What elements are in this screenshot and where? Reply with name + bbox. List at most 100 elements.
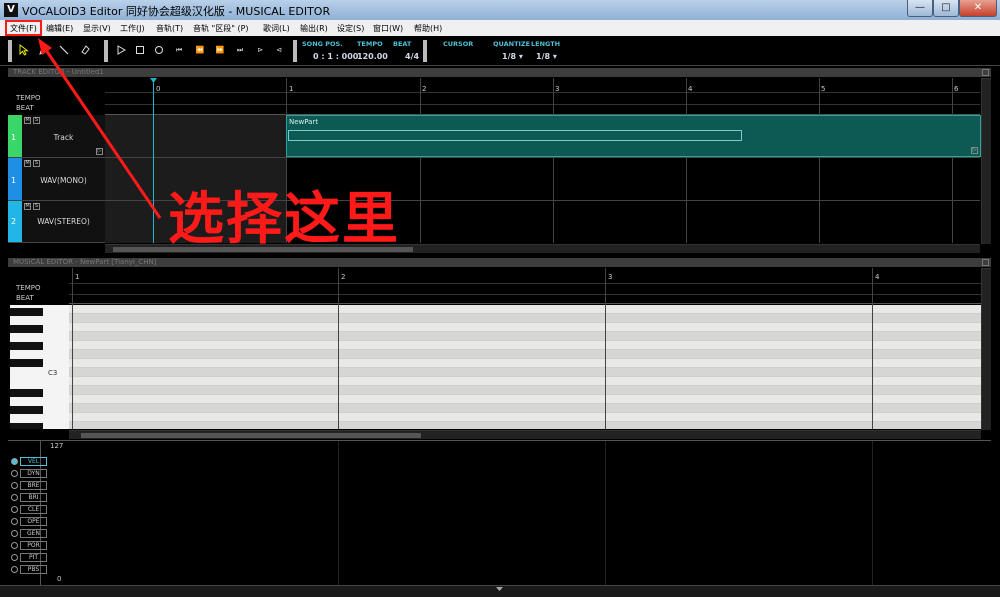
line-icon[interactable]	[57, 42, 71, 58]
menu-job[interactable]: 工作(J)	[120, 23, 145, 34]
menu-edit[interactable]: 编辑(E)	[46, 23, 73, 34]
track-name: WAV(MONO)	[40, 176, 87, 185]
mute-button[interactable]: M	[24, 203, 31, 210]
ruler-divider	[69, 283, 981, 284]
black-key[interactable]	[10, 342, 43, 350]
toolbar-grip-3[interactable]	[293, 40, 297, 62]
radio-icon[interactable]	[11, 470, 18, 477]
piano-keyboard[interactable]: C3	[10, 305, 69, 429]
menu-lyrics[interactable]: 歌词(L)	[263, 23, 290, 34]
bar-line	[605, 441, 606, 585]
app-icon: V	[4, 3, 18, 17]
radio-icon[interactable]	[11, 554, 18, 561]
ruler-divider	[105, 104, 980, 105]
collapse-arrow-icon[interactable]	[496, 587, 503, 591]
forward-end-icon[interactable]: ⏭	[233, 42, 247, 58]
eraser-icon[interactable]	[78, 42, 92, 58]
solo-button[interactable]: S	[33, 160, 40, 167]
track-vscrollbar[interactable]	[981, 78, 991, 244]
menu-settings[interactable]: 设定(S)	[337, 23, 364, 34]
menu-help[interactable]: 帮助(H)	[414, 23, 442, 34]
solo-button[interactable]: S	[33, 203, 40, 210]
menu-view[interactable]: 显示(V)	[83, 23, 111, 34]
rewind-icon[interactable]: ⏪	[193, 42, 207, 58]
control-por[interactable]: POR	[20, 541, 47, 550]
musical-ruler[interactable]	[69, 268, 981, 304]
record-icon[interactable]	[152, 42, 166, 58]
loop-end-icon[interactable]: ⊲	[272, 42, 286, 58]
musical-hscrollbar[interactable]	[69, 430, 981, 439]
track-header-1[interactable]: 1 M S Track ▷	[8, 115, 105, 158]
control-list: VEL DYN BRE BRI CLE OPE GEN POR PIT PBS	[10, 457, 47, 581]
loop-start-icon[interactable]: ⊳	[253, 42, 267, 58]
control-dyn[interactable]: DYN	[20, 469, 47, 478]
fast-forward-icon[interactable]: ⏩	[213, 42, 227, 58]
pointer-icon[interactable]	[17, 42, 31, 58]
radio-icon[interactable]	[11, 506, 18, 513]
track-header-2[interactable]: 1 M S WAV(MONO)	[8, 158, 105, 201]
control-bri[interactable]: BRI	[20, 493, 47, 502]
control-vel[interactable]: VEL	[20, 457, 47, 466]
piano-roll-grid[interactable]	[69, 305, 981, 429]
beat-value[interactable]: 4/4	[405, 52, 419, 61]
part-block[interactable]: NewPart ▷	[286, 115, 981, 157]
bar-line	[72, 268, 73, 429]
radio-icon[interactable]	[11, 458, 18, 465]
close-button[interactable]: ✕	[959, 0, 997, 17]
quantize-select[interactable]: 1/8 ▾	[502, 52, 523, 61]
control-gen[interactable]: GEN	[20, 529, 47, 538]
black-key[interactable]	[10, 308, 43, 316]
radio-icon[interactable]	[11, 518, 18, 525]
track-expand-icon[interactable]: ▷	[96, 148, 103, 155]
mute-button[interactable]: M	[24, 160, 31, 167]
annotation-text: 选择这里	[168, 187, 400, 252]
toolbar-grip-2[interactable]	[104, 40, 108, 62]
ruler-label: 4	[688, 85, 693, 93]
control-bre[interactable]: BRE	[20, 481, 47, 490]
musical-vscrollbar[interactable]	[981, 268, 991, 430]
menu-window[interactable]: 窗口(W)	[373, 23, 403, 34]
control-ope[interactable]: OPE	[20, 517, 47, 526]
minimize-button[interactable]: —	[907, 0, 933, 17]
ruler-label: 0	[156, 85, 161, 93]
tempo-label: TEMPO	[357, 40, 383, 48]
playhead[interactable]	[153, 80, 154, 243]
panel-toggle-icon[interactable]	[982, 259, 989, 266]
radio-icon[interactable]	[11, 566, 18, 573]
maximize-button[interactable]: □	[933, 0, 959, 17]
black-key[interactable]	[10, 406, 43, 414]
rewind-start-icon[interactable]: ⏮	[172, 42, 186, 58]
radio-icon[interactable]	[11, 494, 18, 501]
bar-line	[605, 268, 606, 429]
control-pbs[interactable]: PBS	[20, 565, 47, 574]
menu-render[interactable]: 输出(R)	[300, 23, 328, 34]
radio-icon[interactable]	[11, 482, 18, 489]
bar-line	[420, 78, 421, 243]
pencil-icon[interactable]	[37, 42, 51, 58]
part-arrow-icon[interactable]: ▷	[971, 147, 978, 154]
black-key[interactable]	[10, 359, 43, 367]
mute-button[interactable]: M	[24, 117, 31, 124]
track-ruler[interactable]	[105, 78, 980, 115]
control-pit[interactable]: PIT	[20, 553, 47, 562]
track-header-3[interactable]: 2 M S WAV(STEREO)	[8, 201, 105, 243]
scroll-thumb[interactable]	[81, 433, 421, 438]
radio-icon[interactable]	[11, 542, 18, 549]
tempo-value[interactable]: 120.00	[357, 52, 388, 61]
control-cle[interactable]: CLE	[20, 505, 47, 514]
menu-part[interactable]: 音轨 "区段" (P)	[193, 23, 249, 34]
radio-icon[interactable]	[11, 530, 18, 537]
toolbar-grip[interactable]	[8, 40, 12, 62]
black-key[interactable]	[10, 423, 43, 429]
black-key[interactable]	[10, 325, 43, 333]
solo-button[interactable]: S	[33, 117, 40, 124]
black-key[interactable]	[10, 389, 43, 397]
length-select[interactable]: 1/8 ▾	[536, 52, 557, 61]
panel-toggle-icon[interactable]	[982, 69, 989, 76]
song-pos-value[interactable]: 0 : 1 : 000	[313, 52, 358, 61]
toolbar-grip-4[interactable]	[423, 40, 427, 62]
play-icon[interactable]	[114, 42, 128, 58]
stop-icon[interactable]	[133, 42, 147, 58]
musical-beat-label: BEAT	[16, 294, 34, 302]
menu-track[interactable]: 音轨(T)	[156, 23, 183, 34]
